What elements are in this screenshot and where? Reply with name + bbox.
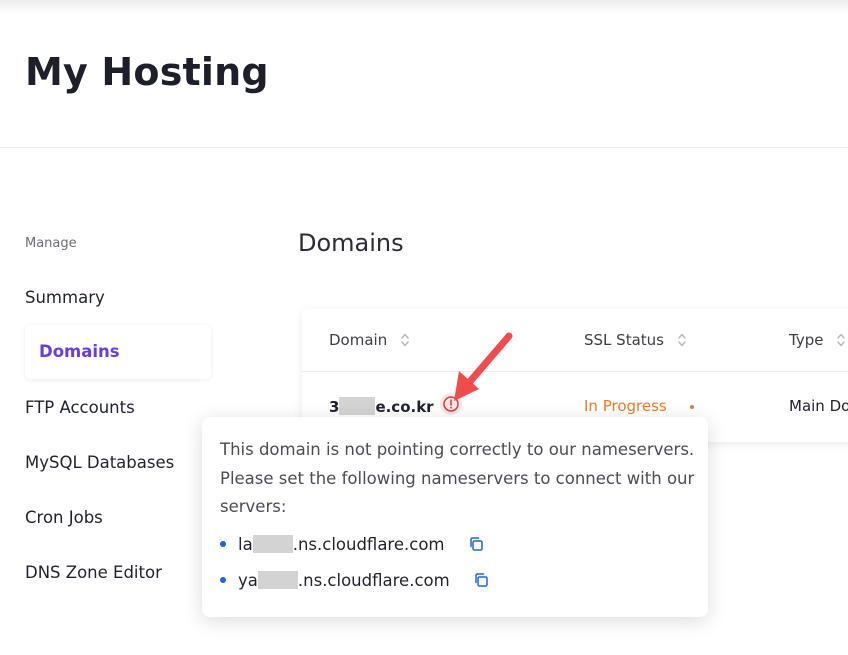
sidebar-item-domains[interactable]: Domains: [25, 325, 211, 379]
sort-icon[interactable]: [837, 333, 845, 347]
bullet-icon: [220, 541, 226, 547]
redacted-block: [252, 535, 293, 553]
domain-name-cell: 3 e.co.kr: [329, 397, 434, 416]
column-header-label: Domain: [329, 331, 388, 349]
row-divider: [302, 371, 848, 372]
column-header-type[interactable]: Type: [789, 331, 845, 349]
redacted-block: [339, 397, 376, 415]
sidebar-item-mysql-databases[interactable]: MySQL Databases: [25, 453, 174, 472]
sidebar-item-cron-jobs[interactable]: Cron Jobs: [25, 508, 103, 527]
nameserver-item: ya .ns.cloudflare.com: [220, 571, 489, 590]
nameserver-suffix: .ns.cloudflare.com: [292, 535, 445, 554]
nameserver-warning-popover: This domain is not pointing correctly to…: [202, 417, 708, 617]
red-arrow-annotation: [454, 332, 513, 401]
nameserver-suffix: .ns.cloudflare.com: [297, 571, 450, 590]
sidebar-item-ftp-accounts[interactable]: FTP Accounts: [25, 398, 135, 417]
nameserver-prefix: la: [238, 535, 253, 554]
sidebar-section-label: Manage: [25, 236, 77, 251]
sort-icon[interactable]: [678, 333, 686, 347]
column-header-label: Type: [789, 331, 824, 349]
status-dot: [690, 405, 694, 409]
domain-suffix: e.co.kr: [375, 398, 434, 416]
section-title: Domains: [298, 229, 404, 257]
copy-icon[interactable]: [473, 572, 489, 588]
sidebar-item-dns-zone-editor[interactable]: DNS Zone Editor: [25, 563, 162, 582]
nameserver-prefix: ya: [238, 571, 258, 590]
copy-icon[interactable]: [468, 536, 484, 552]
column-header-domain[interactable]: Domain: [329, 331, 409, 349]
sidebar-item-summary[interactable]: Summary: [25, 288, 105, 307]
popover-message: This domain is not pointing correctly to…: [220, 440, 695, 516]
page-header: My Hosting: [0, 0, 848, 148]
column-header-label: SSL Status: [584, 331, 664, 349]
bullet-icon: [220, 577, 226, 583]
domain-prefix: 3: [329, 398, 340, 416]
redacted-block: [257, 571, 298, 589]
sort-icon[interactable]: [401, 333, 409, 347]
column-header-ssl-status[interactable]: SSL Status: [584, 331, 686, 349]
type-cell: Main Do: [789, 397, 848, 415]
nameserver-item: la .ns.cloudflare.com: [220, 535, 484, 554]
ssl-status-cell: In Progress: [584, 397, 667, 415]
page-title: My Hosting: [25, 50, 269, 94]
